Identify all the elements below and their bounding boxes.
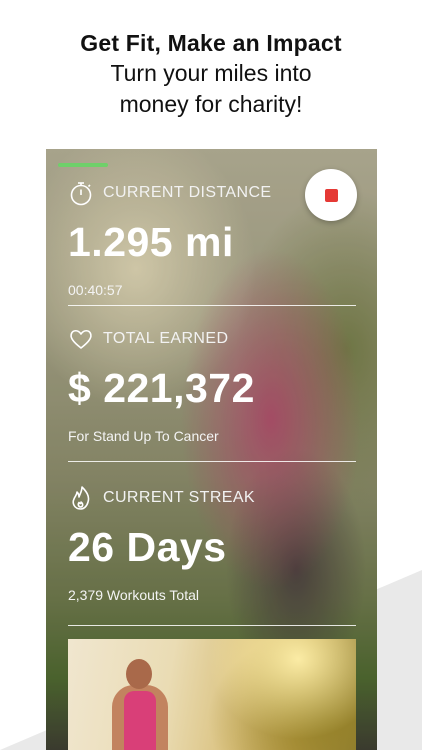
current-streak-label: CURRENT STREAK: [103, 489, 255, 506]
runner-shirt: [124, 691, 156, 750]
current-streak-section: CURRENT STREAK 26 Days 2,379 Workouts To…: [68, 484, 356, 626]
flame-icon: [68, 485, 94, 511]
divider: [68, 461, 356, 462]
headline: Get Fit, Make an Impact Turn your miles …: [0, 28, 422, 120]
workouts-total: 2,379 Workouts Total: [68, 587, 200, 603]
total-earned-label: TOTAL EARNED: [103, 330, 229, 347]
headline-title: Get Fit, Make an Impact: [80, 30, 342, 56]
total-earned-value: $ 221,372: [68, 365, 255, 411]
app-screen: CURRENT DISTANCE 1.295 mi 00:40:57 TOTAL…: [46, 149, 377, 750]
featured-photo-card[interactable]: [68, 639, 356, 750]
runner-head: [126, 659, 152, 689]
current-distance-value: 1.295 mi: [68, 219, 234, 265]
top-accent-bar: [58, 163, 108, 167]
stop-recording-button[interactable]: [305, 169, 357, 221]
charity-name: For Stand Up To Cancer: [68, 428, 219, 444]
stopwatch-icon: [68, 180, 94, 206]
heart-icon: [68, 326, 94, 352]
total-earned-section: TOTAL EARNED $ 221,372 For Stand Up To C…: [68, 325, 356, 462]
divider: [68, 305, 356, 306]
headline-subtitle-line2: money for charity!: [119, 91, 303, 117]
current-streak-value: 26 Days: [68, 524, 227, 570]
headline-subtitle-line1: Turn your miles into: [110, 60, 312, 86]
elapsed-time: 00:40:57: [68, 282, 123, 298]
current-distance-label: CURRENT DISTANCE: [103, 184, 272, 201]
divider: [68, 625, 356, 626]
stop-icon: [324, 188, 338, 202]
